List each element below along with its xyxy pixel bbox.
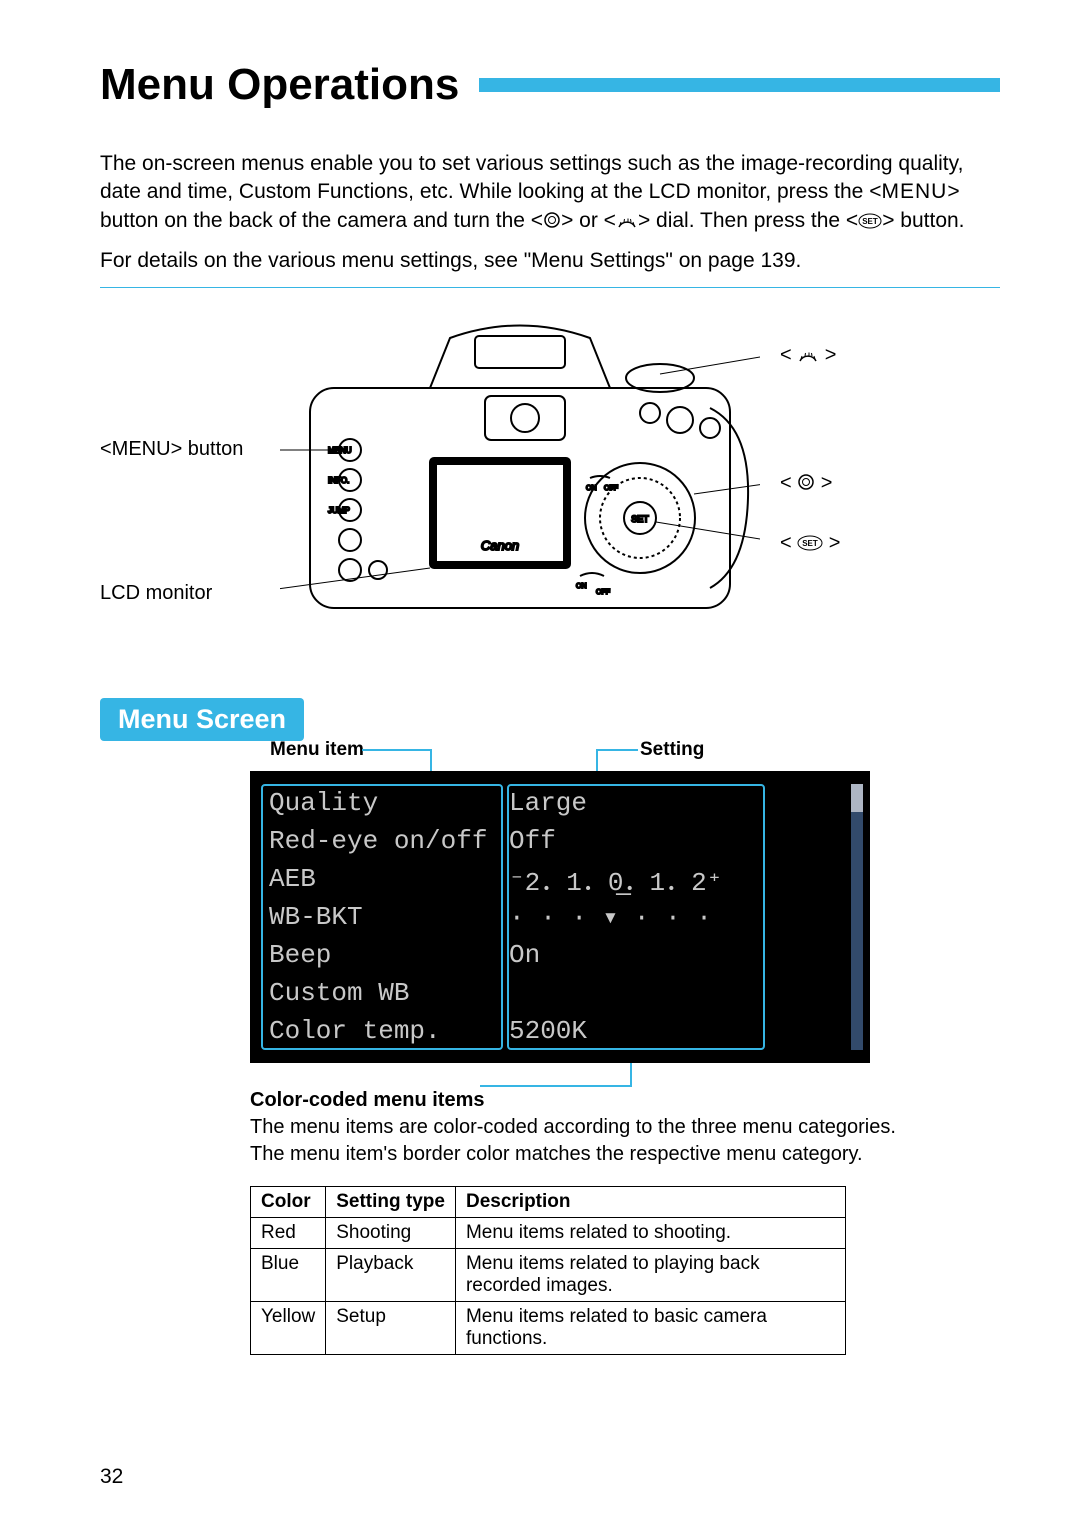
lcd-item-name: WB-BKT <box>265 902 503 932</box>
set-button-icon: SET <box>858 213 882 229</box>
color-coded-block: Color-coded menu items The menu items ar… <box>250 1087 900 1168</box>
th-type: Setting type <box>326 1187 456 1218</box>
lcd-row: BeepOn <box>265 936 859 974</box>
intro-paragraph-1: The on-screen menus enable you to set va… <box>100 150 1000 235</box>
svg-text:Canon: Canon <box>481 538 519 553</box>
title-row: Menu Operations <box>100 60 1000 110</box>
scrollbar-track <box>851 784 863 1050</box>
lcd-row: WB-BKT· · · ▾ · · · <box>265 898 859 936</box>
label-menu-button: <MENU> button <box>100 438 243 461</box>
cell-type: Setup <box>326 1302 456 1355</box>
main-dial-icon <box>616 213 638 229</box>
lcd-row: Custom WB <box>265 974 859 1012</box>
scrollbar-thumb <box>851 784 863 812</box>
callout-setting: Setting <box>640 739 704 761</box>
label-main-dial: < > <box>780 344 837 367</box>
label-set-button: < SET > <box>780 532 841 555</box>
label-lcd-monitor: LCD monitor <box>100 582 212 605</box>
lcd-item-value: ⁻2．1．0̲．1．2⁺ <box>503 861 859 898</box>
page-number: 32 <box>100 1465 123 1489</box>
cell-type: Shooting <box>326 1218 456 1249</box>
menu-code: MENU <box>881 180 947 203</box>
lcd-item-name: Beep <box>265 940 503 970</box>
table-row: Yellow Setup Menu items related to basic… <box>251 1302 846 1355</box>
table-row: Red Shooting Menu items related to shoot… <box>251 1218 846 1249</box>
lcd-item-value: · · · ▾ · · · <box>503 902 859 933</box>
lcd-screen: QualityLarge Red-eye on/offOff AEB⁻2．1．0… <box>250 771 870 1063</box>
cell-desc: Menu items related to playing back recor… <box>455 1249 845 1302</box>
intro-text-d: > dial. Then press the < <box>638 209 858 232</box>
menu-screen-wrap: Menu item Setting QualityLarge Red-eye o… <box>250 771 870 1063</box>
lcd-item-value: 5200K <box>503 1016 859 1046</box>
svg-text:ON: ON <box>586 485 597 492</box>
lcd-item-value: Off <box>503 826 859 856</box>
svg-text:SET: SET <box>862 217 878 226</box>
callout-menu-item: Menu item <box>270 739 364 761</box>
color-table: Color Setting type Description Red Shoot… <box>250 1186 846 1355</box>
svg-text:INFO.: INFO. <box>328 476 349 485</box>
intro-text-a: The on-screen menus enable you to set va… <box>100 152 963 203</box>
cell-desc: Menu items related to basic camera funct… <box>455 1302 845 1355</box>
intro-text-c: > or < <box>561 209 616 232</box>
callout-line <box>596 749 638 751</box>
table-row: Blue Playback Menu items related to play… <box>251 1249 846 1302</box>
title-accent-bar <box>479 78 1000 92</box>
quick-dial-icon <box>797 473 815 491</box>
cell-color: Blue <box>251 1249 326 1302</box>
table-header-row: Color Setting type Description <box>251 1187 846 1218</box>
th-color: Color <box>251 1187 326 1218</box>
color-coded-note: The menu items are color-coded according… <box>250 1116 896 1165</box>
callout-line <box>362 749 432 751</box>
lcd-row: Color temp.5200K <box>265 1012 859 1050</box>
intro-paragraph-2: For details on the various menu settings… <box>100 247 1000 275</box>
cell-desc: Menu items related to shooting. <box>455 1218 845 1249</box>
main-dial-icon <box>797 347 819 363</box>
cell-color: Yellow <box>251 1302 326 1355</box>
svg-text:OFF: OFF <box>604 485 618 492</box>
lcd-item-name: Quality <box>265 788 503 818</box>
lcd-row: Red-eye on/offOff <box>265 822 859 860</box>
page-title: Menu Operations <box>100 60 471 110</box>
callout-line <box>480 1085 632 1087</box>
lcd-item-value: On <box>503 940 859 970</box>
th-desc: Description <box>455 1187 845 1218</box>
lcd-row: QualityLarge <box>265 784 859 822</box>
section-heading: Menu Screen <box>100 698 304 741</box>
svg-text:SET: SET <box>802 539 818 548</box>
callout-color-coded: Color-coded menu items <box>250 1089 484 1111</box>
divider <box>100 287 1000 288</box>
lcd-item-value: Large <box>503 788 859 818</box>
label-quick-dial: < > <box>780 472 833 495</box>
cell-type: Playback <box>326 1249 456 1302</box>
lcd-item-name: Custom WB <box>265 978 503 1008</box>
svg-text:SET: SET <box>631 514 649 524</box>
lcd-row: AEB⁻2．1．0̲．1．2⁺ <box>265 860 859 898</box>
quick-dial-icon <box>543 211 561 229</box>
lcd-item-name: Red-eye on/off <box>265 826 503 856</box>
lcd-item-name: Color temp. <box>265 1016 503 1046</box>
intro-text-e: > button. <box>882 209 964 232</box>
set-button-icon: SET <box>797 535 823 551</box>
lcd-item-name: AEB <box>265 864 503 894</box>
cell-color: Red <box>251 1218 326 1249</box>
camera-illustration: Canon MENU INFO. JUMP SET <box>280 318 760 638</box>
camera-diagram: <MENU> button LCD monitor < > < > < SET … <box>100 318 1000 648</box>
svg-text:JUMP: JUMP <box>328 506 350 515</box>
callout-line <box>630 1063 632 1087</box>
svg-text:ON: ON <box>576 583 587 590</box>
svg-text:OFF: OFF <box>596 589 610 596</box>
